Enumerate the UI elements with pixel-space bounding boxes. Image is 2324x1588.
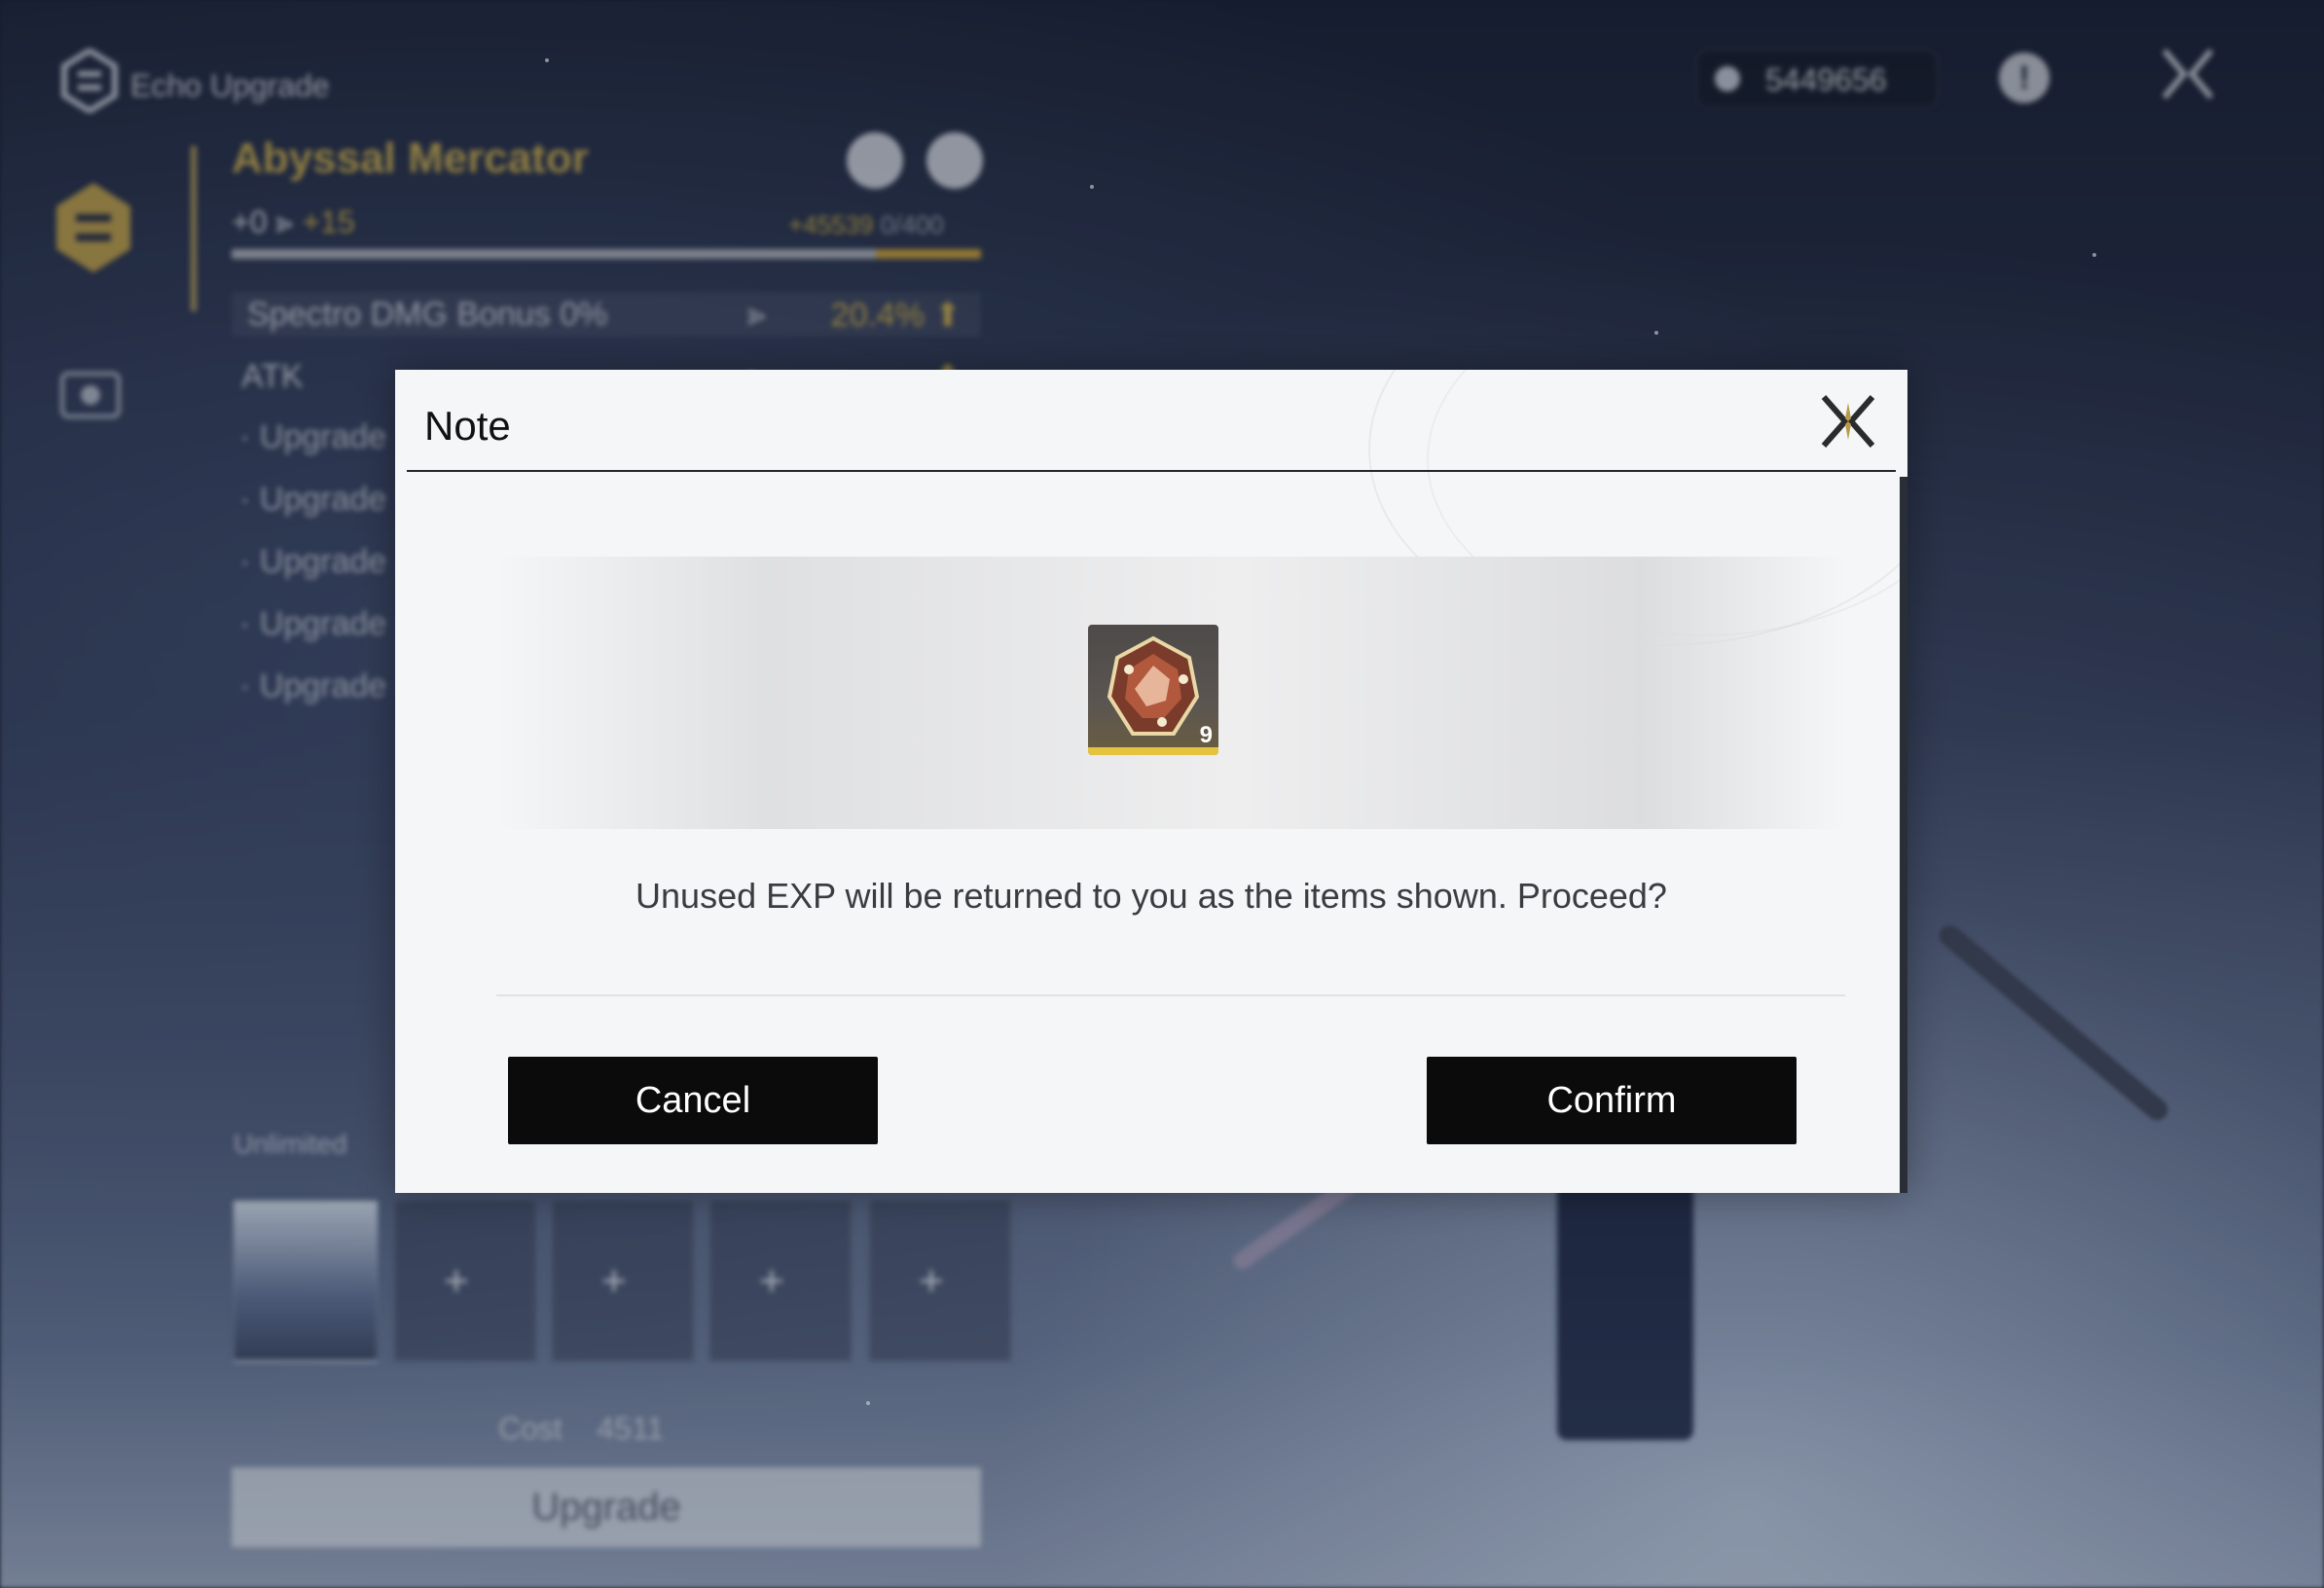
dialog-message: Unused EXP will be returned to you as th… [635,876,1667,916]
dialog-header-divider [407,470,1896,472]
returned-item-tile[interactable]: 9 [1088,625,1218,755]
cancel-button[interactable]: Cancel [508,1057,878,1144]
dialog-title: Note [424,403,511,449]
confirm-button[interactable]: Confirm [1427,1057,1797,1144]
item-quantity: 9 [1199,722,1213,748]
close-icon[interactable] [1816,389,1880,453]
note-dialog: Note 9 Unused EXP will be returned to yo… [395,370,1907,1193]
dialog-edge [1900,477,1907,1193]
item-rarity-bar [1088,747,1218,755]
dialog-divider [496,994,1845,996]
